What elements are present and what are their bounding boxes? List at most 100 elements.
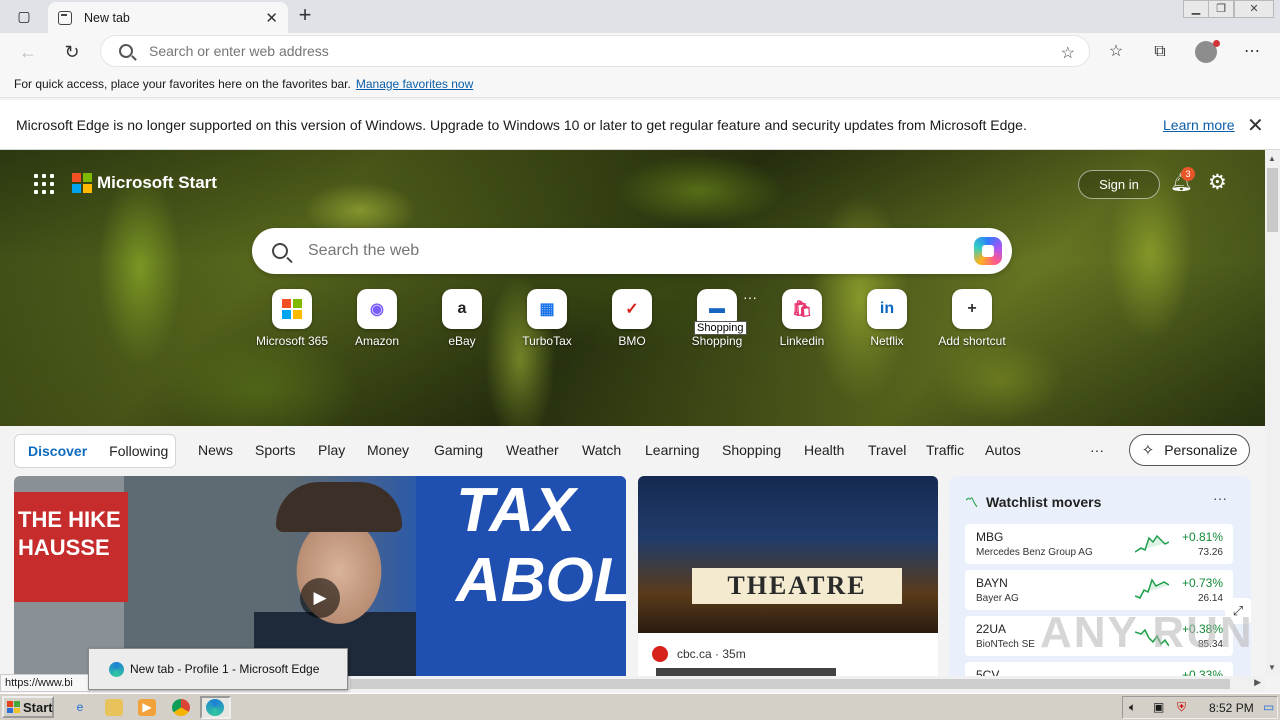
shortcut-label: Microsoft 365 [255,334,329,348]
search-icon [119,44,133,58]
shortcut-8[interactable]: + Add shortcut [929,289,1015,348]
tab-actions-icon[interactable]: ▢ [8,5,40,27]
security-icon[interactable]: ⛨ [1177,700,1186,715]
percent-change: +0.81% [1181,530,1223,544]
web-search-input[interactable] [308,242,948,260]
watchlist-title: Watchlist movers [986,493,1102,510]
shortcut-7[interactable]: in Netflix [844,289,930,348]
scroll-down-icon[interactable]: ▼ [1268,663,1276,672]
nav-item-learning[interactable]: Learning [645,442,700,458]
shortcut-label: eBay [448,334,476,348]
shortcut-label: Amazon [354,334,400,348]
gear-icon[interactable]: ⚙ [1208,170,1227,195]
scroll-thumb[interactable] [1267,168,1278,232]
play-icon[interactable]: ▶ [300,578,340,618]
edge-icon [109,661,124,677]
copilot-icon[interactable] [974,237,1002,265]
favorites-icon[interactable]: ☆ [1103,40,1129,64]
vertical-scrollbar[interactable]: ▲ ▼ [1265,150,1280,676]
nav-item-sports[interactable]: Sports [255,442,295,458]
web-search-box[interactable] [252,228,1012,274]
close-icon[interactable]: ✕ [1247,113,1264,138]
watchlist-row[interactable]: BAYN Bayer AG +0.73% 26.14 [965,570,1233,610]
infobar-message: Microsoft Edge is no longer supported on… [16,116,1027,133]
sign-right: TAX ABOLI [416,476,626,676]
show-desktop-icon[interactable]: ▭ [1263,700,1274,714]
favorites-bar: For quick access, place your favorites h… [0,70,1280,98]
start-button[interactable]: Start [2,696,54,718]
shortcut-2[interactable]: a eBay [419,289,505,348]
manage-favorites-link[interactable]: Manage favorites now [356,77,473,91]
system-tray: 🔈︎ ▣ ⛨ 8:52 PM ▭ [1122,696,1278,719]
scroll-right-icon[interactable]: ▶ [1254,677,1261,688]
tab-discover[interactable]: Discover [28,443,87,459]
shortcut-label: Netflix [870,334,904,348]
sign-in-button[interactable]: Sign in [1078,170,1160,199]
address-input[interactable] [149,43,1009,59]
folder-icon[interactable] [105,699,123,716]
watchlist-row[interactable]: 5CV +0.33% [965,662,1233,676]
tab-following[interactable]: Following [109,443,168,459]
media-player-icon[interactable]: ▶ [138,699,156,716]
new-tab-button[interactable]: + [292,4,318,28]
nav-more-icon[interactable]: ··· [1090,442,1104,458]
taskbar-window-preview[interactable]: New tab - Profile 1 - Microsoft Edge [88,648,348,690]
nav-item-gaming[interactable]: Gaming [434,442,483,458]
nav-item-travel[interactable]: Travel [868,442,906,458]
close-tab-icon[interactable]: ✕ [265,9,278,27]
hscroll-thumb[interactable] [350,679,1230,689]
video-card[interactable]: THE HIKE HAUSSE TAX ABOLI ▶ [14,476,626,676]
nav-item-health[interactable]: Health [804,442,844,458]
page-icon [58,10,72,25]
shortcut-0[interactable]: Microsoft 365 [249,289,335,348]
ie-icon[interactable]: e [71,699,89,716]
copilot-app-icon: ◉ [357,289,397,329]
learn-more-link[interactable]: Learn more [1163,117,1235,133]
watermark: ANY RUN [1040,608,1254,657]
feed-navigation: Discover Following News Sports Play Money Ga… [0,426,1265,474]
nav-item-shopping[interactable]: Shopping [722,442,781,458]
nav-item-play[interactable]: Play [318,442,345,458]
more-icon[interactable]: ⋯ [1239,40,1265,64]
restore-button[interactable]: ❐ [1208,0,1234,18]
refresh-icon[interactable]: ↻ [58,39,86,65]
nav-item-autos[interactable]: Autos [985,442,1021,458]
horizontal-scrollbar[interactable]: ▶ [350,676,1265,692]
personalize-button[interactable]: ✧ Personalize [1129,434,1250,466]
nav-item-watch[interactable]: Watch [582,442,621,458]
watchlist-row[interactable]: MBG Mercedes Benz Group AG +0.81% 73.26 [965,524,1233,564]
close-window-button[interactable]: ✕ [1234,0,1274,18]
shortcut-4[interactable]: ✓ BMO [589,289,675,348]
minimize-button[interactable]: ▁ [1183,0,1209,18]
shortcut-3[interactable]: ▦ TurboTax [504,289,590,348]
nav-item-weather[interactable]: Weather [506,442,559,458]
collections-icon[interactable]: ⧉ [1147,40,1173,64]
shortcut-1[interactable]: ◉ Amazon [334,289,420,348]
watchlist-more-icon[interactable]: ··· [1213,490,1227,506]
price: 73.26 [1197,547,1223,558]
shortcut-more-icon[interactable]: ··· [743,289,757,305]
sparkline-chart [1135,668,1169,676]
windows-logo-icon [7,701,20,713]
nav-item-news[interactable]: News [198,442,233,458]
nav-item-traffic[interactable]: Traffic [926,442,964,458]
chrome-icon[interactable] [172,699,190,716]
scroll-up-icon[interactable]: ▲ [1268,154,1276,163]
tab-title: New tab [84,10,130,25]
source-label: cbc.ca · 35m [677,647,746,661]
address-bar[interactable]: ☆ [100,35,1090,67]
add-favorite-icon[interactable]: ☆ [1061,43,1075,63]
app-launcher-icon[interactable] [34,174,54,194]
news-card[interactable]: THEATRE cbc.ca · 35m [638,476,938,676]
nav-item-money[interactable]: Money [367,442,409,458]
sparkline-chart [1135,578,1169,599]
tooltip: Shopping [694,321,747,335]
shortcut-6[interactable]: 🛍 Linkedin [759,289,845,348]
address-toolbar: ← ↻ ☆ ☆ ⧉ ⋯ [0,33,1280,70]
tab-new-tab[interactable]: New tab ✕ [48,2,288,33]
volume-icon[interactable]: 🔈︎ [1129,700,1136,715]
network-icon[interactable]: ▣ [1153,700,1164,714]
back-icon[interactable]: ← [14,39,42,65]
shortcut-label: TurboTax [522,334,572,348]
profile-avatar[interactable] [1195,40,1220,63]
